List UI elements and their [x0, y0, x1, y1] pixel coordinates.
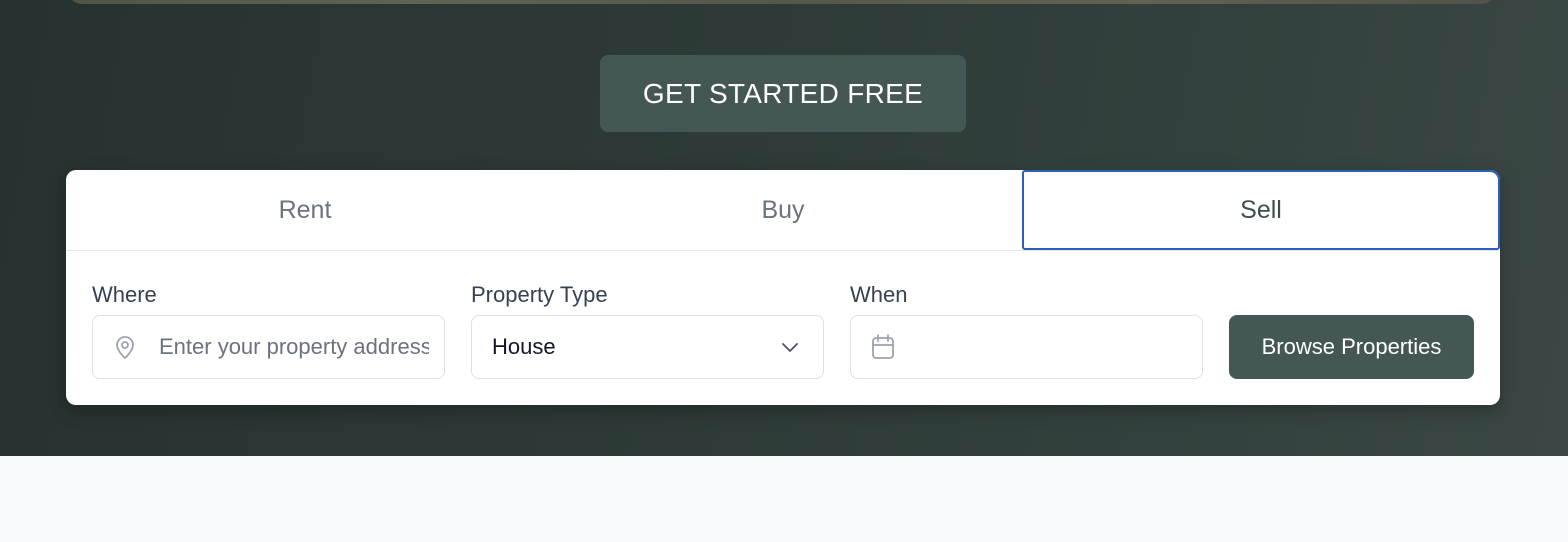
hero-section: GET STARTED FREE Rent Buy Sell Where Pro…: [0, 0, 1568, 456]
when-label: When: [850, 282, 908, 307]
tab-sell[interactable]: Sell: [1022, 170, 1500, 250]
where-field[interactable]: [92, 315, 445, 379]
map-pin-icon: [113, 334, 137, 360]
chevron-down-icon: [781, 341, 799, 353]
hero-image: [68, 0, 1496, 4]
get-started-button[interactable]: GET STARTED FREE: [600, 55, 966, 132]
property-type-select[interactable]: House: [471, 315, 824, 379]
calendar-icon: [871, 334, 895, 360]
tab-rent[interactable]: Rent: [66, 170, 544, 250]
property-type-label: Property Type: [471, 282, 608, 307]
browse-properties-button[interactable]: Browse Properties: [1229, 315, 1474, 379]
search-card: Rent Buy Sell Where Property Type House: [66, 170, 1500, 405]
search-tabs: Rent Buy Sell: [66, 170, 1500, 251]
where-label: Where: [92, 282, 157, 307]
property-type-value: House: [492, 334, 556, 359]
page-content-area: [0, 456, 1568, 542]
where-input[interactable]: [159, 334, 429, 360]
when-date-field[interactable]: [850, 315, 1203, 379]
tab-buy[interactable]: Buy: [544, 170, 1022, 250]
